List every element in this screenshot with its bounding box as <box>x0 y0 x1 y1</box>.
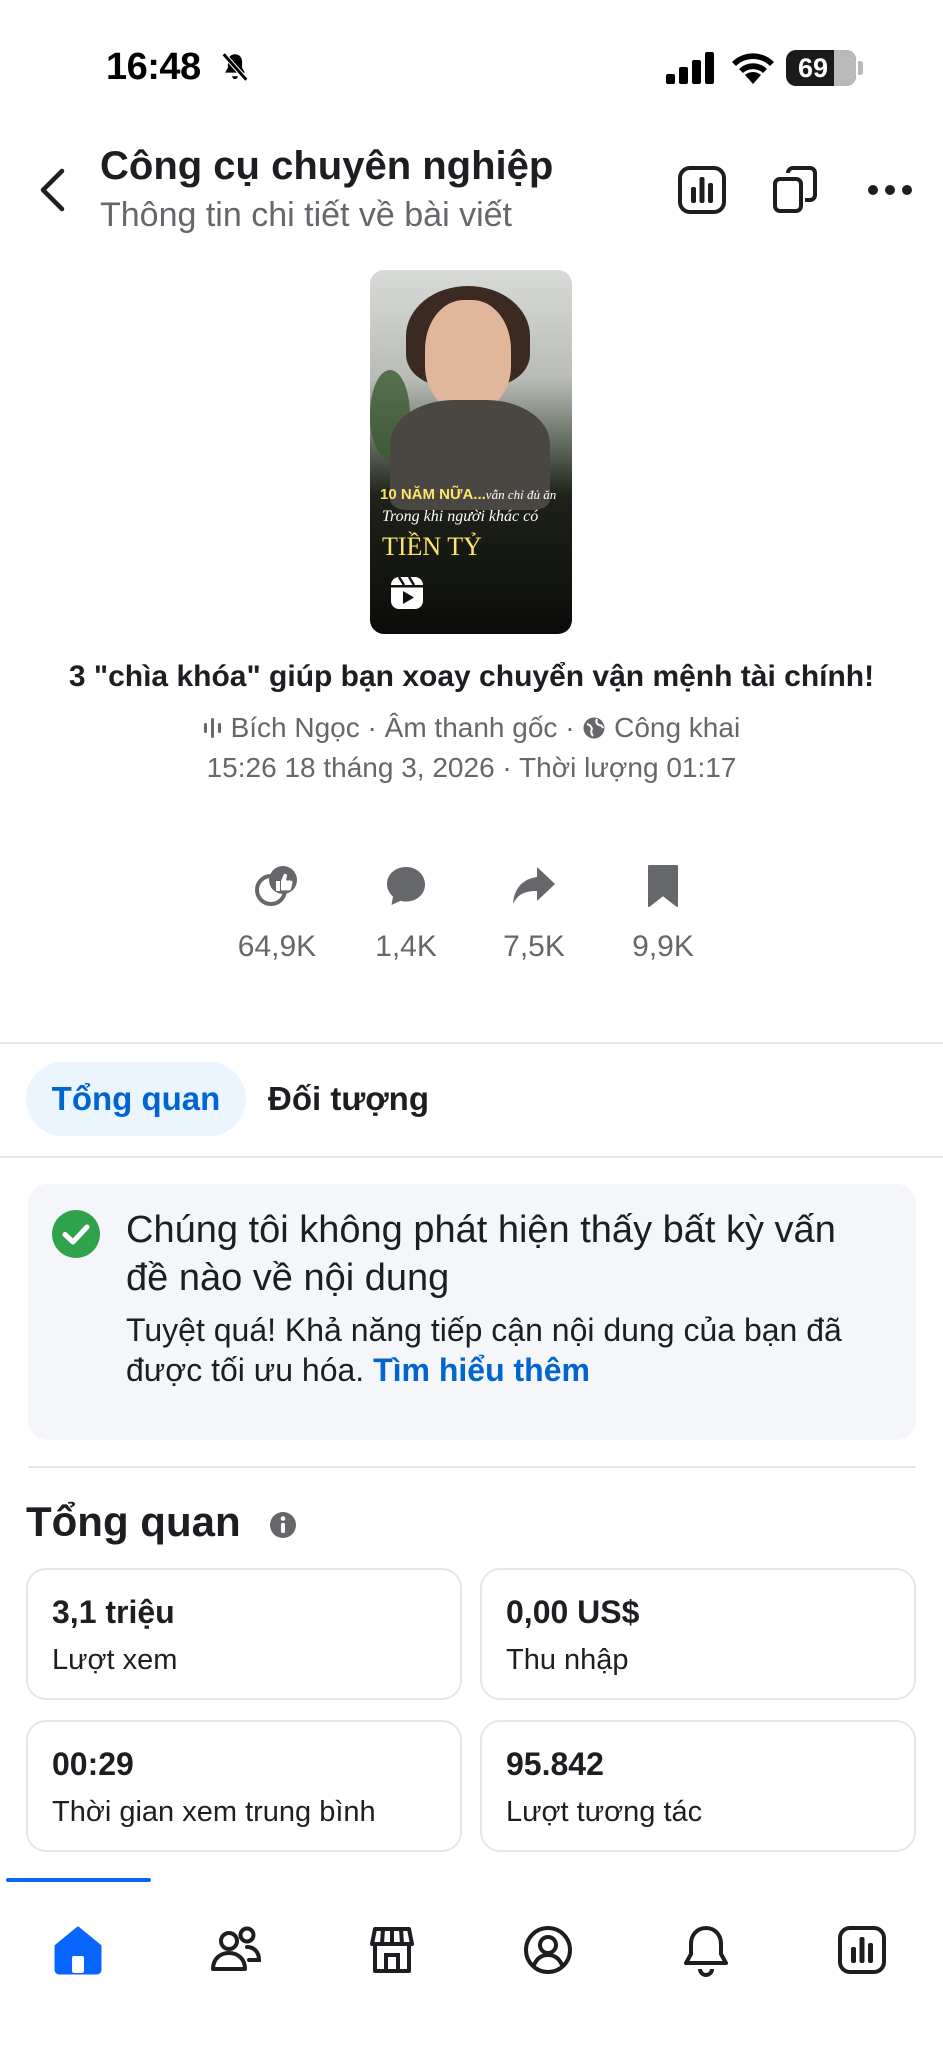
info-icon[interactable] <box>270 1512 296 1538</box>
reactions-icon <box>255 866 297 906</box>
thumbnail-caption-2: Trong khi người khác có <box>382 508 539 525</box>
globe-icon <box>583 717 605 739</box>
insights-button[interactable] <box>672 160 732 220</box>
notifications-icon <box>684 1926 728 1977</box>
metric-value: 0,00 US$ <box>506 1594 640 1630</box>
insights-icon <box>838 1926 886 1974</box>
saves-count: 9,9K <box>632 930 694 963</box>
thumbnail-caption-1: 10 NĂM NỮA...vẫn chỉ đủ ăn <box>380 486 557 503</box>
nav-active-indicator <box>6 1878 151 1882</box>
metric-value: 3,1 triệu <box>52 1594 175 1630</box>
nav-insights[interactable] <box>822 1910 902 1990</box>
post-audio[interactable]: Âm thanh gốc <box>385 712 558 743</box>
metric-label: Lượt tương tác <box>506 1796 703 1828</box>
post-privacy: Công khai <box>614 712 741 743</box>
post-thumbnail[interactable]: 10 NĂM NỮA...vẫn chỉ đủ ăn Trong khi ngư… <box>370 270 572 634</box>
post-author[interactable]: Bích Ngọc <box>231 712 360 743</box>
notice-body: Tuyệt quá! Khả năng tiếp cận nội dung củ… <box>126 1312 842 1388</box>
profile-icon <box>524 1926 572 1974</box>
audience-icon <box>211 1926 262 1971</box>
signal-icon <box>666 52 714 84</box>
overview-title: Tổng quan <box>26 1498 241 1545</box>
post-meta: Bích Ngọc · Âm thanh gốc · Công khai <box>0 712 943 744</box>
check-circle-icon <box>52 1210 100 1258</box>
stat-saves[interactable]: 9,9K <box>608 864 718 964</box>
metric-label: Lượt xem <box>52 1644 178 1676</box>
thumbnail-caption-3: TIỀN TỶ <box>382 532 482 561</box>
comments-count: 1,4K <box>375 930 437 963</box>
more-button[interactable] <box>860 160 920 220</box>
nav-shop[interactable] <box>352 1910 432 1990</box>
stat-shares[interactable]: 7,5K <box>479 864 589 964</box>
bottom-nav <box>0 1878 943 2048</box>
audio-icon <box>203 718 221 738</box>
battery-icon: 69 <box>786 50 856 86</box>
reactions-count: 64,9K <box>237 930 317 963</box>
bell-slash-icon <box>221 52 249 82</box>
post-date: 15:26 18 tháng 3, 2026 · Thời lượng 01:1… <box>206 752 737 783</box>
metric-label: Thu nhập <box>506 1644 629 1676</box>
shop-icon <box>370 1927 414 1973</box>
status-bar: 16:48 69 <box>0 0 943 120</box>
back-icon <box>40 168 65 212</box>
divider <box>28 1466 916 1468</box>
meta-separator: · <box>565 712 575 743</box>
stat-comments[interactable]: 1,4K <box>351 864 461 964</box>
metric-label: Thời gian xem trung bình <box>52 1796 376 1828</box>
share-icon <box>513 867 555 904</box>
header: Công cụ chuyên nghiệp Thông tin chi tiết… <box>0 130 943 250</box>
shares-count: 7,5K <box>503 930 565 963</box>
content-status-card: Chúng tôi không phát hiện thấy bất kỳ vấ… <box>28 1184 916 1440</box>
metric-card-avg-watch-time[interactable]: 00:29 Thời gian xem trung bình <box>26 1720 462 1852</box>
nav-notifications[interactable] <box>666 1910 746 1990</box>
insights-icon <box>678 166 726 214</box>
nav-audience[interactable] <box>196 1910 276 1990</box>
metric-card-earnings[interactable]: 0,00 US$ Thu nhập <box>480 1568 916 1700</box>
copy-icon <box>773 166 817 213</box>
home-icon <box>54 1926 102 1975</box>
tab-audience[interactable]: Đối tượng <box>268 1062 429 1136</box>
bookmark-icon <box>648 865 678 907</box>
meta-separator: · <box>367 712 377 743</box>
tab-overview[interactable]: Tổng quan <box>26 1062 246 1136</box>
more-icon <box>868 185 912 195</box>
reels-icon <box>391 576 423 609</box>
divider <box>0 1042 943 1044</box>
stat-reactions[interactable]: 64,9K <box>222 864 332 964</box>
metric-value: 00:29 <box>52 1746 134 1782</box>
post-title: 3 "chìa khóa" giúp bạn xoay chuyển vận m… <box>68 660 875 693</box>
learn-more-link[interactable]: Tìm hiểu thêm <box>373 1352 590 1388</box>
nav-profile[interactable] <box>508 1910 588 1990</box>
copy-button[interactable] <box>766 160 826 220</box>
status-time: 16:48 <box>106 46 201 88</box>
divider <box>0 1156 943 1158</box>
back-button[interactable] <box>30 160 74 220</box>
metric-value: 95.842 <box>506 1746 604 1782</box>
battery-cap <box>858 61 863 75</box>
notice-title: Chúng tôi không phát hiện thấy bất kỳ vấ… <box>126 1209 836 1299</box>
page-title: Công cụ chuyên nghiệp <box>100 144 554 188</box>
thumbnail-face <box>425 300 511 410</box>
metric-card-engagement[interactable]: 95.842 Lượt tương tác <box>480 1720 916 1852</box>
metric-card-views[interactable]: 3,1 triệu Lượt xem <box>26 1568 462 1700</box>
wifi-icon <box>732 53 774 84</box>
comment-icon <box>387 867 425 905</box>
nav-home[interactable] <box>38 1910 118 1990</box>
battery-level: 69 <box>798 53 829 83</box>
page-subtitle: Thông tin chi tiết về bài viết <box>100 196 513 234</box>
